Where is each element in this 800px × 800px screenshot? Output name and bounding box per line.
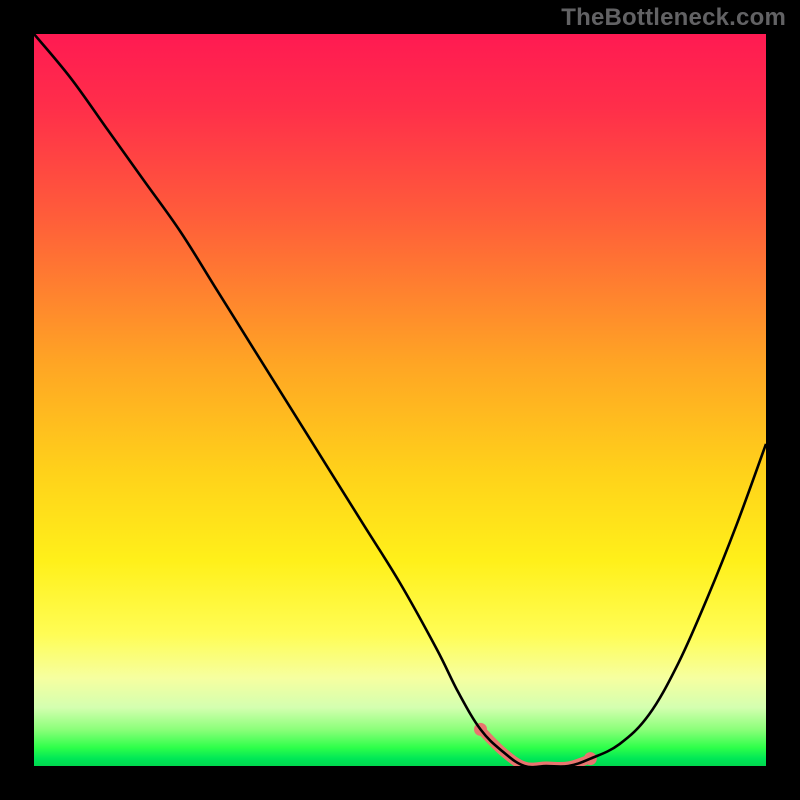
watermark-text: TheBottleneck.com [561,4,786,32]
optimal-range-segment [481,729,591,766]
curve-layer [34,34,766,766]
optimal-range-dot-left [474,723,487,736]
bottleneck-curve-path [34,34,766,766]
green-stripe-overlay [34,724,766,766]
optimal-range-dot-right [584,752,597,765]
plot-area [34,34,766,766]
chart-frame: TheBottleneck.com [0,0,800,800]
